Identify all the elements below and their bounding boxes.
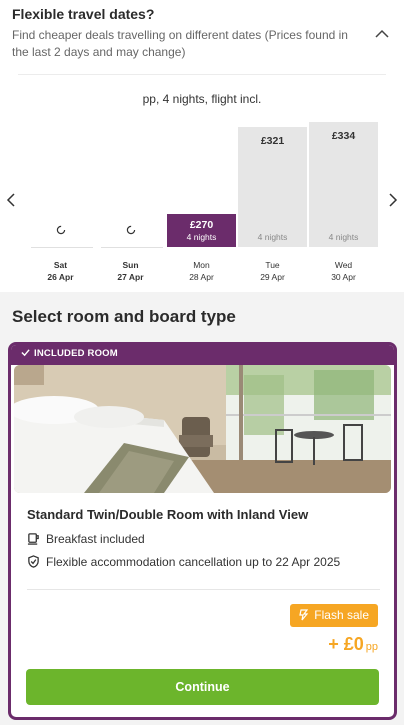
bar-price-label: £270 [189, 219, 214, 231]
price-unit: pp [365, 641, 378, 653]
cup-icon [27, 533, 39, 545]
included-room-band: INCLUDED ROOM [11, 345, 394, 365]
room-photo[interactable] [14, 365, 391, 493]
room-name: Standard Twin/Double Room with Inland Vi… [27, 507, 309, 522]
included-room-label: INCLUDED ROOM [34, 348, 118, 359]
divider [18, 74, 386, 75]
day-label: Sat 26 Apr [26, 259, 95, 283]
bar-baseline [31, 247, 93, 248]
day-label: Tue 29 Apr [238, 259, 307, 283]
room-card[interactable]: INCLUDED ROOM Standard Twin/Double Room … [8, 342, 397, 720]
included-room-badge: INCLUDED ROOM [21, 348, 118, 359]
shield-check-icon [28, 555, 39, 568]
day-of-week: Mon [193, 260, 210, 270]
section-title: Select room and board type [12, 307, 236, 326]
price-bar[interactable]: £334 4 nights [309, 122, 378, 247]
day-label: Mon 28 Apr [167, 259, 236, 283]
bar-nights-label: 4 nights [328, 232, 359, 242]
bar-baseline [101, 247, 163, 248]
day-label: Wed 30 Apr [309, 259, 378, 283]
price-value: + £0 [328, 634, 364, 654]
chevron-right-icon[interactable] [387, 193, 399, 207]
bar-price-label: £334 [331, 130, 356, 142]
room-photo-image [14, 365, 391, 493]
date-column[interactable]: Sun 27 Apr [96, 115, 165, 285]
flash-sale-label: Flash sale [314, 608, 369, 622]
date-column[interactable]: £334 4 nights Wed 30 Apr [309, 115, 378, 285]
day-date: 26 Apr [47, 272, 74, 282]
bar-price-label: £321 [260, 135, 285, 147]
loading-spinner-icon [126, 225, 136, 235]
day-date: 27 Apr [117, 272, 144, 282]
chevron-up-icon[interactable] [374, 26, 390, 42]
flash-sale-badge: Flash sale [290, 604, 378, 627]
day-date: 29 Apr [260, 272, 285, 282]
loading-spinner-icon [56, 225, 66, 235]
flexible-dates-title: Flexible travel dates? [12, 6, 155, 22]
bar-nights-label: 4 nights [186, 232, 217, 242]
lightning-tag-icon [299, 609, 309, 621]
day-of-week: Tue [265, 260, 280, 270]
feature-label: Breakfast included [46, 532, 145, 546]
date-column[interactable]: £321 4 nights Tue 29 Apr [238, 115, 307, 285]
price-summary-label: pp, 4 nights, flight incl. [142, 92, 262, 106]
feature-cancellation: Flexible accommodation cancellation up t… [27, 555, 340, 569]
bar-nights-label: 4 nights [257, 232, 288, 242]
day-date: 28 Apr [189, 272, 214, 282]
divider [27, 589, 380, 590]
day-date: 30 Apr [331, 272, 356, 282]
feature-label: Flexible accommodation cancellation up t… [46, 555, 341, 569]
check-icon [21, 349, 30, 357]
price-bar[interactable]: £321 4 nights [238, 127, 307, 247]
day-of-week: Sun [122, 260, 139, 270]
price-per-person: + £0 pp [328, 634, 378, 655]
price-bar[interactable]: £270 4 nights [167, 214, 236, 247]
continue-button[interactable]: Continue [26, 669, 379, 705]
flexible-dates-subtitle: Find cheaper deals travelling on differe… [12, 28, 348, 59]
day-label: Sun 27 Apr [96, 259, 165, 283]
date-column[interactable]: £270 4 nights Mon 28 Apr [167, 115, 236, 285]
date-column[interactable]: Sat 26 Apr [26, 115, 95, 285]
day-of-week: Wed [334, 260, 353, 270]
chevron-left-icon[interactable] [5, 193, 17, 207]
day-of-week: Sat [53, 260, 68, 270]
feature-breakfast: Breakfast included [27, 532, 145, 546]
flexible-dates-header[interactable]: Flexible travel dates? Find cheaper deal… [12, 6, 392, 61]
date-price-chart: Sat 26 Apr Sun 27 Apr £270 4 nights Mon 28 Apr £… [0, 115, 404, 285]
